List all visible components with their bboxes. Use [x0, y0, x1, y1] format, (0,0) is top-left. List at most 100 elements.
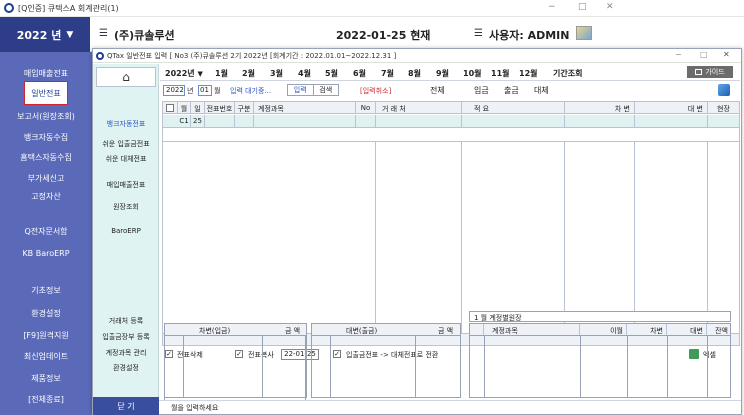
- sidebar-item-general-voucher[interactable]: 일반전표: [24, 81, 68, 105]
- ledger-col-account: 계정과목: [484, 324, 580, 335]
- filter-withdraw[interactable]: 출금: [504, 85, 519, 96]
- main-close-button[interactable]: ✕: [606, 2, 614, 12]
- side-label: 원장조회: [113, 203, 139, 211]
- col-month: 월: [178, 102, 191, 113]
- home-button[interactable]: ⌂: [96, 67, 156, 87]
- close-button[interactable]: 닫 기: [93, 397, 159, 415]
- grid-header: 월 일 전표번호 구분 계정과목 No 거 래 처 적 요 차 변 대 변 현장: [163, 102, 739, 114]
- month-tab-1[interactable]: 1월: [215, 68, 228, 79]
- month-tab-7[interactable]: 7월: [381, 68, 394, 79]
- side-label: 뱅크자동전표: [106, 120, 146, 128]
- refresh-icon[interactable]: [718, 84, 730, 96]
- input-mode-toggle: 입력 검색: [287, 84, 339, 96]
- child-close-button[interactable]: ✕: [723, 50, 730, 59]
- filter-all[interactable]: 전체: [430, 85, 445, 96]
- main-window-title: [Q인증] 큐텍스A 회계관리(1): [18, 4, 119, 13]
- sidebar-item-baroerp[interactable]: KB BaroERP: [0, 249, 92, 258]
- month-tab-11[interactable]: 11월: [491, 68, 510, 79]
- side-easy-transfer-voucher[interactable]: 쉬운 대체전표: [93, 154, 159, 164]
- side-baroerp[interactable]: BaroERP: [93, 227, 159, 235]
- sidebar-label: 부가세신고: [27, 174, 65, 183]
- tab-search[interactable]: 검색: [313, 85, 338, 95]
- caret-down-icon: ▼: [197, 70, 203, 78]
- company-name: (주)큐솔루션: [114, 29, 175, 42]
- row-month[interactable]: C1: [178, 115, 191, 127]
- side-easy-cash-voucher[interactable]: 쉬운 입출금전표: [93, 139, 159, 149]
- month-tab-2[interactable]: 2월: [242, 68, 255, 79]
- side-bank-auto-voucher[interactable]: 뱅크자동전표: [93, 119, 159, 129]
- debit-amount-header: 금 액: [285, 327, 301, 335]
- sidebar-item-edocs[interactable]: Q전자문서함: [0, 226, 92, 237]
- col-client: 거 래 처: [376, 102, 462, 113]
- toolbar-year-select[interactable]: 2022년 ▼: [165, 68, 203, 79]
- month-tab-8[interactable]: 8월: [408, 68, 421, 79]
- entry-month-field[interactable]: 01: [198, 85, 212, 96]
- child-maximize-button[interactable]: □: [700, 50, 708, 59]
- side-settings[interactable]: 환경설정: [93, 363, 159, 373]
- select-all-checkbox[interactable]: [166, 104, 174, 112]
- app-logo-icon: [4, 3, 14, 13]
- entry-bar: 2022 년 01 월 입력 대기중... 입력 검색 [입력취소] 전체 입금…: [160, 82, 740, 100]
- month-tab-9[interactable]: 9월: [436, 68, 449, 79]
- ledger-col-carry: 이월: [580, 324, 627, 335]
- table-row[interactable]: C1 25: [163, 115, 739, 128]
- side-client-register[interactable]: 거래처 등록: [93, 316, 159, 326]
- grid-body-lines: [163, 142, 739, 333]
- side-account-manage[interactable]: 계정과목 관리: [93, 348, 159, 358]
- credit-header: 대변(출금): [346, 327, 378, 335]
- sidebar-label: KB BaroERP: [22, 249, 70, 258]
- sidebar-item-product-info[interactable]: 제품정보: [0, 373, 92, 384]
- side-ledger-view[interactable]: 원장조회: [93, 202, 159, 212]
- entry-status: 입력 대기중...: [230, 87, 272, 95]
- month-tab-10[interactable]: 10월: [463, 68, 482, 79]
- col-type: 구분: [235, 102, 254, 113]
- cancel-input-button[interactable]: [입력취소]: [360, 86, 391, 96]
- month-tab-5[interactable]: 5월: [325, 68, 338, 79]
- row-day[interactable]: 25: [191, 115, 205, 127]
- credit-amount-header: 금 액: [438, 327, 454, 335]
- child-minimize-button[interactable]: −: [675, 50, 682, 59]
- filter-transfer[interactable]: 대체: [534, 85, 549, 96]
- year-selector[interactable]: 2022 년 ▼: [0, 17, 90, 52]
- main-header: 2022 년 ▼ ☰ (주)큐솔루션 2022-01-25 현재 ☰ 사용자: …: [0, 17, 623, 52]
- month-tab-12[interactable]: 12월: [519, 68, 538, 79]
- sidebar-item-hometax[interactable]: 홈택스자동수집: [0, 152, 92, 163]
- sidebar-item-basics[interactable]: 기초정보: [0, 285, 92, 296]
- sidebar-item-sales-purchase[interactable]: 매입매출전표: [0, 68, 92, 79]
- guide-label: 가이드: [705, 68, 725, 76]
- sidebar-item-reports[interactable]: 보고서(원장조회): [0, 111, 92, 122]
- col-day: 일: [191, 102, 205, 113]
- tab-input[interactable]: 입력: [288, 85, 314, 95]
- sidebar-item-settings[interactable]: 환경설정: [0, 308, 92, 319]
- sidebar-item-exit[interactable]: [전체종료]: [0, 394, 92, 405]
- sidebar-label: 일반전표: [31, 88, 61, 98]
- sidebar-item-vat[interactable]: 부가세신고: [0, 173, 92, 184]
- profile-image-icon[interactable]: [576, 26, 592, 40]
- voucher-title: QTax 일반전표 입력 [ No3 (주)큐솔루션 2기 2022년 [회계기…: [107, 52, 397, 60]
- sidebar-label: 매입매출전표: [23, 69, 69, 78]
- user-list-icon: ☰: [474, 28, 483, 39]
- month-tab-4[interactable]: 4월: [298, 68, 311, 79]
- caret-down-icon: ▼: [66, 29, 74, 40]
- sidebar-item-remote[interactable]: [F9]원격지원: [0, 330, 92, 341]
- main-minimize-button[interactable]: −: [548, 2, 556, 12]
- home-icon: ⌂: [122, 70, 130, 84]
- period-search-tab[interactable]: 기간조회: [553, 68, 582, 79]
- sidebar-item-bank-collect[interactable]: 뱅크자동수집: [0, 132, 92, 143]
- sidebar-item-fixed-assets[interactable]: 고정자산: [0, 191, 92, 202]
- sidebar-label: Q전자문서함: [24, 227, 68, 236]
- guide-button[interactable]: 가이드: [687, 66, 733, 78]
- entry-year-field[interactable]: 2022: [163, 85, 185, 96]
- sidebar-item-update[interactable]: 최신업데이트: [0, 351, 92, 362]
- month-tab-3[interactable]: 3월: [270, 68, 283, 79]
- month-tab-6[interactable]: 6월: [353, 68, 366, 79]
- month-suffix: 월: [214, 87, 221, 95]
- side-sales-purchase-voucher[interactable]: 매입매출전표: [93, 180, 159, 190]
- ledger-title: 1 월 계정별원장: [474, 314, 522, 322]
- main-maximize-button[interactable]: □: [578, 2, 587, 12]
- sidebar-label: [F9]원격지원: [23, 331, 69, 340]
- col-summary: 적 요: [462, 102, 565, 113]
- ledger-col-credit: 대변: [667, 324, 707, 335]
- side-cashbook-register[interactable]: 입출금장부 등록: [93, 332, 159, 342]
- filter-deposit[interactable]: 입금: [474, 85, 489, 96]
